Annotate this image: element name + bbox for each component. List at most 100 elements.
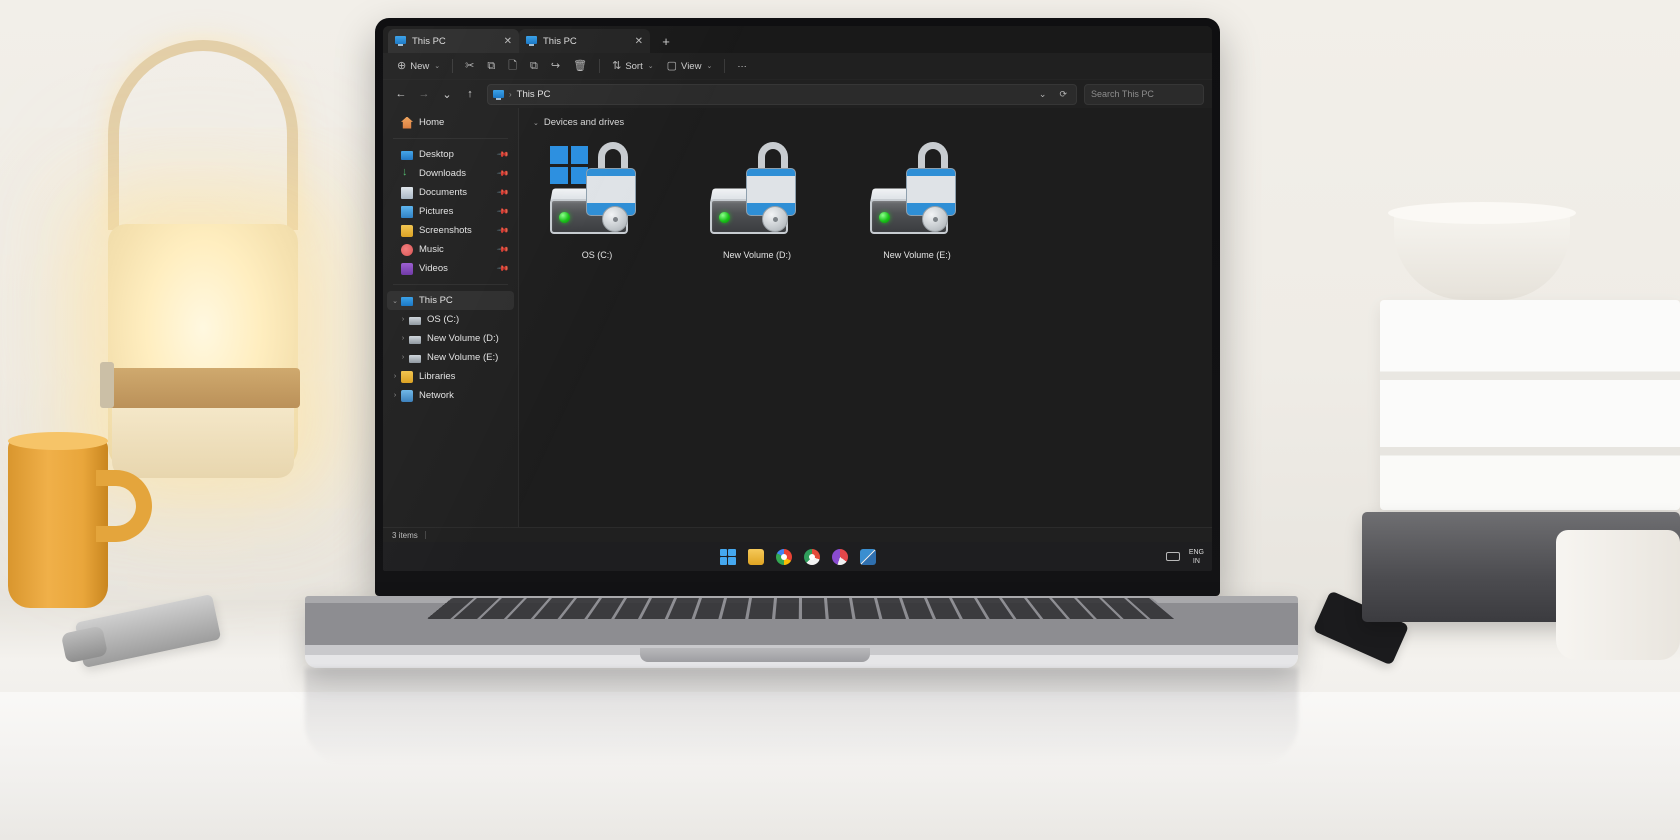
drive-tile-os-c[interactable]: OS (C:) (547, 138, 647, 260)
status-bar: 3 items (383, 527, 1212, 542)
pin-icon: 📌 (496, 242, 510, 257)
monitor-icon (526, 35, 537, 47)
desktop-icon (401, 150, 413, 160)
search-input[interactable] (1091, 89, 1197, 99)
sidebar-item-this-pc[interactable]: ⌄ This PC (387, 291, 514, 310)
explorer-body: Home Desktop 📌 Downloads 📌 (383, 108, 1212, 527)
paste-button[interactable]: 🗋 (502, 56, 523, 77)
sidebar-item-music[interactable]: Music 📌 (387, 240, 514, 259)
navigation-pane: Home Desktop 📌 Downloads 📌 (383, 108, 519, 527)
language-indicator[interactable]: ENG IN (1189, 548, 1204, 566)
chevron-down-icon[interactable]: ⌄ (1035, 89, 1051, 100)
sidebar-item-pictures[interactable]: Pictures 📌 (387, 202, 514, 221)
chevron-right-icon[interactable]: › (391, 373, 399, 380)
tab-this-pc-1[interactable]: This PC ✕ (388, 29, 519, 53)
chevron-right-icon[interactable]: › (391, 392, 399, 399)
mug-rim (8, 432, 108, 450)
sidebar-item-downloads[interactable]: Downloads 📌 (387, 164, 514, 183)
lamp-handle (108, 40, 298, 230)
drive-icon (409, 335, 421, 344)
plus-circle-icon: ⊕ (397, 59, 407, 72)
pc-icon (401, 296, 413, 306)
sidebar-item-label: This PC (419, 295, 453, 306)
chrome-button-2[interactable] (803, 548, 820, 565)
sidebar-item-label: OS (C:) (427, 314, 460, 325)
sidebar-item-new-volume-d[interactable]: › New Volume (D:) (387, 329, 514, 348)
new-button[interactable]: ⊕ New ⌄ (391, 56, 446, 77)
more-options-button[interactable]: ··· (731, 56, 753, 77)
desk-reflection (305, 668, 1298, 764)
chevron-right-icon[interactable]: › (399, 354, 407, 361)
snipping-tool-button[interactable] (859, 548, 876, 565)
chevron-right-icon[interactable]: › (399, 335, 407, 342)
drive-tile-new-volume-d[interactable]: New Volume (D:) (707, 138, 807, 260)
sidebar-item-screenshots[interactable]: Screenshots 📌 (387, 221, 514, 240)
recent-locations-button[interactable]: ⌄ (437, 84, 457, 104)
sidebar-item-os-c[interactable]: › OS (C:) (387, 310, 514, 329)
breadcrumb-this-pc[interactable]: This PC (517, 89, 551, 100)
search-box[interactable] (1084, 83, 1204, 105)
delete-button[interactable]: 🗑 (567, 56, 593, 77)
up-button[interactable]: ↑ (460, 84, 480, 104)
sort-label: Sort (625, 60, 643, 72)
sidebar-item-label: Home (419, 117, 445, 128)
drive-status-led (719, 212, 730, 223)
close-icon[interactable]: ✕ (504, 36, 512, 47)
new-label: New (410, 60, 430, 72)
drive-unlocked-icon (546, 138, 648, 243)
sidebar-item-new-volume-e[interactable]: › New Volume (E:) (387, 348, 514, 367)
lamp-clip (100, 362, 114, 408)
desk-photo-scene: This PC ✕ This PC ✕ + ⊕ New ⌄ ✂ ⧉ 🗋 ⧉ ↪ … (0, 0, 1680, 840)
drive-tile-label: New Volume (E:) (883, 250, 951, 260)
browser-button-3[interactable] (831, 548, 848, 565)
group-header-devices-and-drives[interactable]: ⌄ Devices and drives (533, 117, 1198, 128)
toolbar-divider (452, 59, 454, 73)
sidebar-item-documents[interactable]: Documents 📌 (387, 183, 514, 202)
keyboard-icon[interactable] (1165, 552, 1180, 561)
view-button[interactable]: ▢ View ⌄ (661, 56, 719, 77)
sidebar-item-label: Videos (419, 263, 448, 274)
sidebar-item-label: Pictures (419, 206, 454, 217)
cut-button[interactable]: ✂ (459, 56, 480, 77)
chrome-button[interactable] (775, 548, 792, 565)
chevron-right-icon[interactable]: › (399, 316, 407, 323)
language-line-2: IN (1192, 557, 1200, 565)
forward-button[interactable]: → (414, 84, 434, 104)
sidebar-divider (393, 138, 508, 139)
command-toolbar: ⊕ New ⌄ ✂ ⧉ 🗋 ⧉ ↪ 🗑 ⇅ Sort ⌄ ▢ View ⌄ ··… (383, 53, 1212, 80)
drive-unlocked-icon (706, 138, 808, 243)
refresh-icon[interactable]: ⟳ (1055, 89, 1071, 100)
folder-icon (401, 370, 413, 383)
address-bar[interactable]: › This PC ⌄ ⟳ (487, 83, 1077, 105)
new-tab-button[interactable]: + (655, 30, 677, 52)
close-icon[interactable]: ✕ (635, 36, 643, 47)
file-list-content[interactable]: ⌄ Devices and drives OS (C:) New Volume … (519, 108, 1212, 527)
copy-button[interactable]: ⧉ (481, 56, 501, 77)
sidebar-item-libraries[interactable]: › Libraries (387, 367, 514, 386)
sidebar-item-label: Documents (419, 187, 468, 198)
status-divider (424, 531, 426, 539)
file-explorer-button[interactable] (747, 548, 764, 565)
pin-icon: 📌 (496, 166, 510, 181)
toolbar-divider (724, 59, 726, 73)
sidebar-item-videos[interactable]: Videos 📌 (387, 259, 514, 278)
address-row: ← → ⌄ ↑ › This PC ⌄ ⟳ (383, 80, 1212, 108)
sidebar-item-home[interactable]: Home (387, 113, 514, 132)
share-button[interactable]: ↪ (545, 56, 566, 77)
video-icon (401, 262, 413, 275)
start-button[interactable] (719, 548, 736, 565)
chevron-down-icon[interactable]: ⌄ (533, 119, 539, 127)
chevron-down-icon[interactable]: ⌄ (391, 297, 399, 305)
rename-button[interactable]: ⧉ (524, 56, 544, 77)
lamp-wood-band (106, 368, 300, 408)
pin-icon: 📌 (496, 204, 510, 219)
system-tray: ENG IN (1165, 542, 1204, 571)
tab-this-pc-2[interactable]: This PC ✕ (519, 29, 650, 53)
back-button[interactable]: ← (391, 84, 411, 104)
sidebar-item-desktop[interactable]: Desktop 📌 (387, 145, 514, 164)
tab-title: This PC (543, 35, 577, 47)
sidebar-item-network[interactable]: › Network (387, 386, 514, 405)
drive-tile-label: New Volume (D:) (722, 250, 792, 260)
drive-tile-new-volume-e[interactable]: New Volume (E:) (867, 138, 967, 260)
sort-button[interactable]: ⇅ Sort ⌄ (606, 56, 660, 77)
